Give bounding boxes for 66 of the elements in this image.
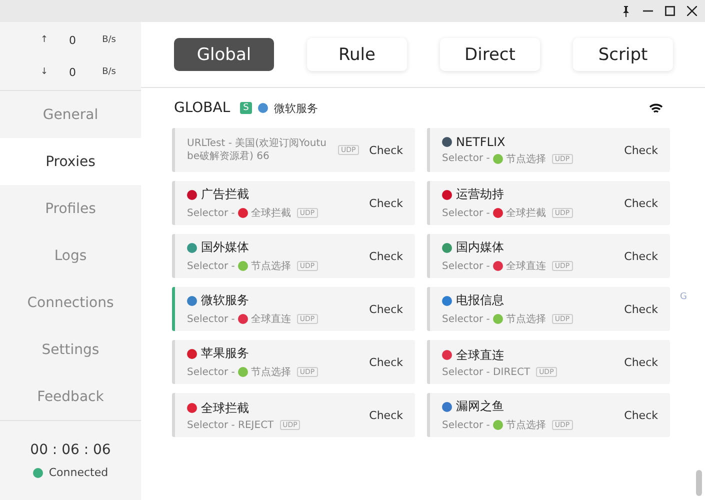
group-current-proxy: 微软服务 <box>274 100 318 116</box>
proxy-name: 国内媒体 <box>456 239 504 256</box>
floating-hint: G <box>680 292 687 302</box>
proxy-current: 全球直连 <box>506 260 546 273</box>
proxy-current: 节点选择 <box>506 312 546 326</box>
proxy-type: Selector - <box>187 208 235 218</box>
proxy-current: 节点选择 <box>250 260 291 273</box>
check-button[interactable]: Check <box>624 302 658 316</box>
proxy-type: Selector - <box>442 314 490 324</box>
check-button[interactable]: Check <box>369 302 403 316</box>
check-button[interactable]: Check <box>369 356 403 368</box>
maximize-icon[interactable] <box>665 6 675 16</box>
speed-unit: B/s <box>102 67 116 78</box>
check-button[interactable]: Check <box>369 196 403 210</box>
proxy-type: Selector - <box>187 314 235 324</box>
proxy-name: NETFLIX <box>456 134 506 148</box>
group-title: GLOBAL <box>174 100 230 116</box>
mode-button[interactable]: Script <box>573 38 673 71</box>
check-button[interactable]: Check <box>369 144 403 156</box>
proxy-type: Selector - <box>187 260 235 272</box>
close-icon[interactable] <box>687 6 697 16</box>
speed-unit: B/s <box>102 35 116 46</box>
proxy-name: 漏网之鱼 <box>456 398 504 415</box>
proxy-type: Selector - <box>187 366 235 378</box>
proxy-type: URLTest - 美国(欢迎订阅Youtube破解资源君) 66 <box>187 136 328 164</box>
scrollbar-thumb[interactable] <box>696 470 702 496</box>
mode-button[interactable]: Rule <box>307 38 407 71</box>
proxy-current: 节点选择 <box>250 366 291 379</box>
proxy-name: 电报信息 <box>456 292 504 309</box>
proxy-current: 节点选择 <box>506 418 546 432</box>
proxy-current: 全球拦截 <box>506 206 546 220</box>
sidebar-item[interactable]: Proxies <box>0 138 141 186</box>
wifi-icon[interactable] <box>649 102 663 114</box>
proxy-type: Selector - <box>442 420 490 430</box>
speed-arrow: ↓ <box>40 67 48 78</box>
proxy-name: 全球拦截 <box>201 400 249 416</box>
mode-button[interactable]: Direct <box>440 38 540 71</box>
proxy-type: Selector - <box>442 153 490 164</box>
check-button[interactable]: Check <box>369 408 403 422</box>
speed-value: 0 <box>69 34 76 47</box>
proxy-name: 国外媒体 <box>201 239 249 256</box>
proxy-current: 全球直连 <box>250 312 291 326</box>
speed-value: 0 <box>69 66 76 79</box>
proxy-current: 节点选择 <box>506 152 546 166</box>
proxy-name: 广告拦截 <box>201 186 249 203</box>
proxy-current: 全球拦截 <box>250 206 291 220</box>
proxy-type: Selector - REJECT <box>187 420 274 430</box>
group-type-badge: S <box>240 102 252 114</box>
check-button[interactable]: Check <box>624 196 658 210</box>
check-button[interactable]: Check <box>624 408 658 422</box>
check-button[interactable]: Check <box>369 250 403 262</box>
proxy-type: Selector - DIRECT <box>442 366 530 378</box>
check-button[interactable]: Check <box>624 356 658 368</box>
mode-button[interactable]: Global <box>174 38 274 71</box>
speed-arrow: ↑ <box>40 35 48 46</box>
pin-icon[interactable] <box>621 6 631 16</box>
proxy-name: 运营劫持 <box>456 186 504 203</box>
uptime-timer: 00 : 06 : 06 <box>30 442 111 458</box>
proxy-type: Selector - <box>442 208 490 218</box>
status-label: Connected <box>48 466 108 480</box>
proxy-type: Selector - <box>442 260 490 272</box>
proxy-name: 微软服务 <box>201 292 249 309</box>
proxy-name: 苹果服务 <box>201 345 249 362</box>
check-button[interactable]: Check <box>624 144 658 156</box>
check-button[interactable]: Check <box>624 250 658 262</box>
proxy-name: 全球直连 <box>456 346 504 364</box>
